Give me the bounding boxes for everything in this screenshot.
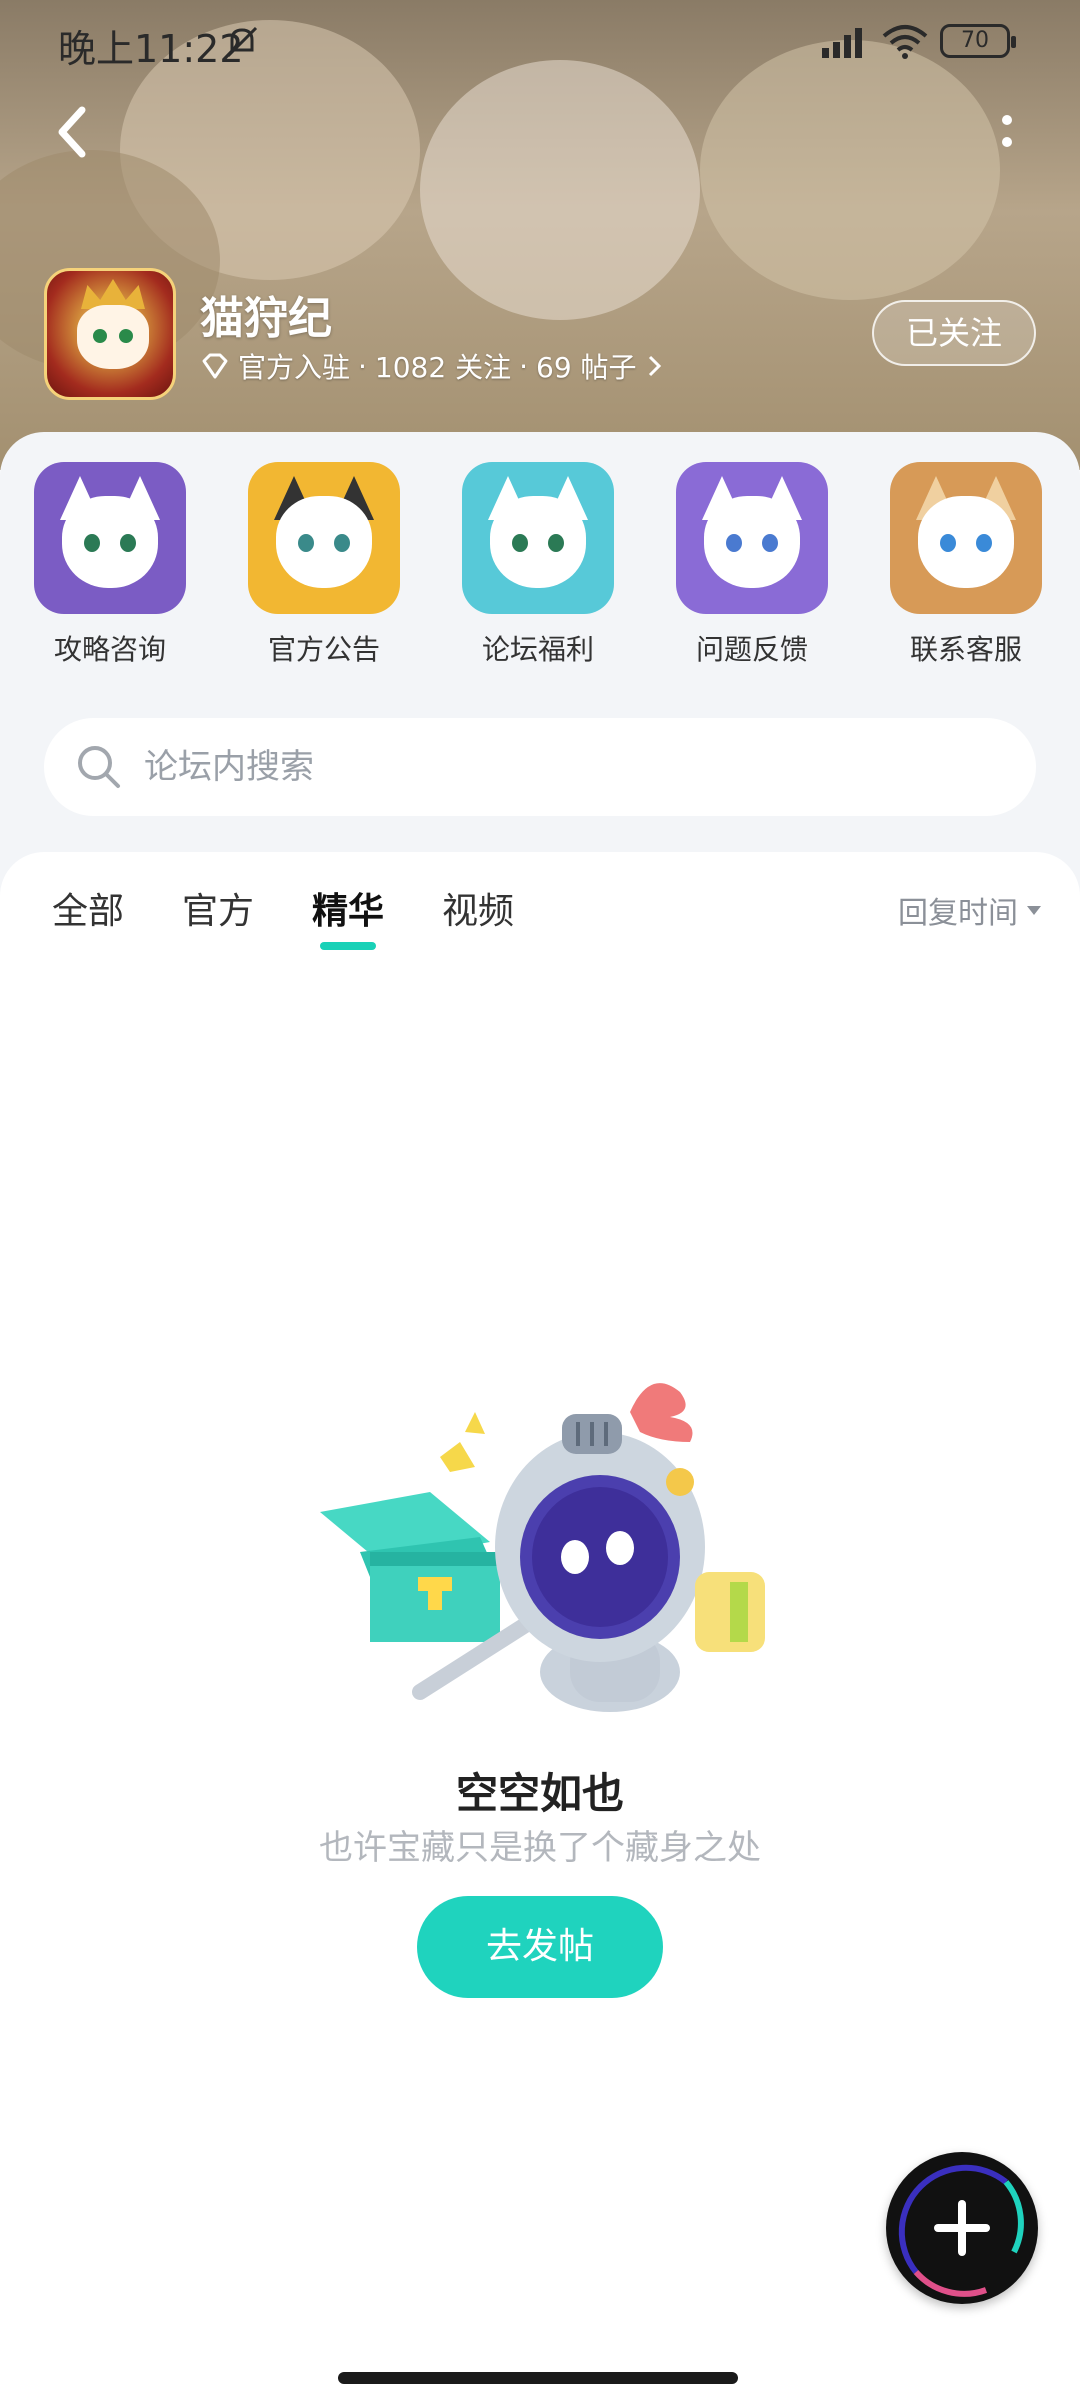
cat-eye <box>84 534 100 552</box>
quick-link-label: 联系客服 <box>909 633 1022 666</box>
wifi-icon <box>882 25 928 59</box>
cat-face <box>62 496 158 588</box>
home-indicator[interactable] <box>338 2372 738 2384</box>
forum-body: 攻略咨询 官方公告 论坛福利 问题反馈 联系客服 论坛内搜索 全部 官方 精华 … <box>0 432 1080 2400</box>
logo-face <box>77 305 149 369</box>
quick-link-feedback[interactable]: 问题反馈 <box>667 462 837 668</box>
search-bar[interactable] <box>44 718 1036 816</box>
search-icon <box>78 746 120 788</box>
tab-official[interactable]: 官方 <box>182 882 254 942</box>
triangle-down-icon <box>1027 906 1041 915</box>
empty-subtitle: 也许宝藏只是换了个藏身之处 <box>319 1828 761 1868</box>
tab-featured[interactable]: 精华 <box>312 882 384 950</box>
post-count: 69 帖子 <box>536 351 637 384</box>
forum-name: 猫狩纪 <box>200 293 332 344</box>
quick-link-strategy[interactable]: 攻略咨询 <box>25 462 195 668</box>
chevron-right-icon <box>648 355 661 377</box>
cat-eye <box>762 534 778 552</box>
filter-tabs: 全部 官方 精华 视频 <box>52 882 514 950</box>
create-post-button[interactable]: 去发帖 <box>417 1896 663 1998</box>
follow-button[interactable]: 已关注 <box>872 300 1036 366</box>
quick-link-thumb <box>462 462 614 614</box>
cat-eye <box>334 534 350 552</box>
status-time: 晚上11:22 <box>58 27 244 71</box>
official-badge: 官方入驻 <box>238 351 351 384</box>
forum-meta[interactable]: 官方入驻 · 1082 关注 · 69 帖子 <box>200 346 665 386</box>
quick-link-thumb <box>248 462 400 614</box>
signal-icon <box>822 28 862 58</box>
empty-state-illustration <box>320 1383 765 1712</box>
cat-eye <box>298 534 314 552</box>
quick-link-announcement[interactable]: 官方公告 <box>239 462 409 668</box>
search-input[interactable] <box>144 718 1004 816</box>
cat-face <box>276 496 372 588</box>
compose-fab[interactable] <box>886 2152 1038 2304</box>
quick-link-benefits[interactable]: 论坛福利 <box>453 462 623 668</box>
cat-face <box>704 496 800 588</box>
quick-link-label: 问题反馈 <box>695 633 808 666</box>
diamond-icon <box>202 353 228 379</box>
cat-eye <box>548 534 564 552</box>
header-art <box>420 60 700 320</box>
cat-face <box>490 496 586 588</box>
quick-link-support[interactable]: 联系客服 <box>881 462 1051 668</box>
forum-header: 晚上11:22 70 猫狩纪 官方入驻 · 1082 关注 · 69 帖子 已关… <box>0 0 1080 470</box>
cat-face <box>918 496 1014 588</box>
status-bar: 晚上11:22 70 <box>0 0 1080 80</box>
back-icon[interactable] <box>50 100 94 164</box>
empty-title: 空空如也 <box>455 1769 624 1818</box>
cat-eye <box>976 534 992 552</box>
cat-eye <box>120 534 136 552</box>
cat-eye <box>512 534 528 552</box>
meta-separator: · <box>519 349 528 383</box>
follower-count: 1082 关注 <box>374 351 512 384</box>
cat-eye <box>940 534 956 552</box>
game-logo[interactable] <box>44 268 176 400</box>
quick-link-thumb <box>890 462 1042 614</box>
quick-link-label: 论坛福利 <box>481 633 594 666</box>
quick-link-thumb <box>676 462 828 614</box>
quick-link-label: 攻略咨询 <box>53 633 166 666</box>
tab-video[interactable]: 视频 <box>442 882 514 942</box>
tab-all[interactable]: 全部 <box>52 882 124 942</box>
logo-eye <box>93 329 107 343</box>
more-icon[interactable] <box>995 112 1019 156</box>
quick-links: 攻略咨询 官方公告 论坛福利 问题反馈 联系客服 <box>0 462 1080 692</box>
quick-link-label: 官方公告 <box>267 633 380 666</box>
meta-separator: · <box>358 349 367 383</box>
sort-dropdown[interactable]: 回复时间 <box>898 888 1042 932</box>
sort-label: 回复时间 <box>898 896 1018 931</box>
cat-eye <box>726 534 742 552</box>
logo-eye <box>119 329 133 343</box>
quick-link-thumb <box>34 462 186 614</box>
battery-indicator: 70 <box>940 24 1016 58</box>
plus-icon <box>934 2200 990 2256</box>
bell-off-icon <box>226 26 258 58</box>
